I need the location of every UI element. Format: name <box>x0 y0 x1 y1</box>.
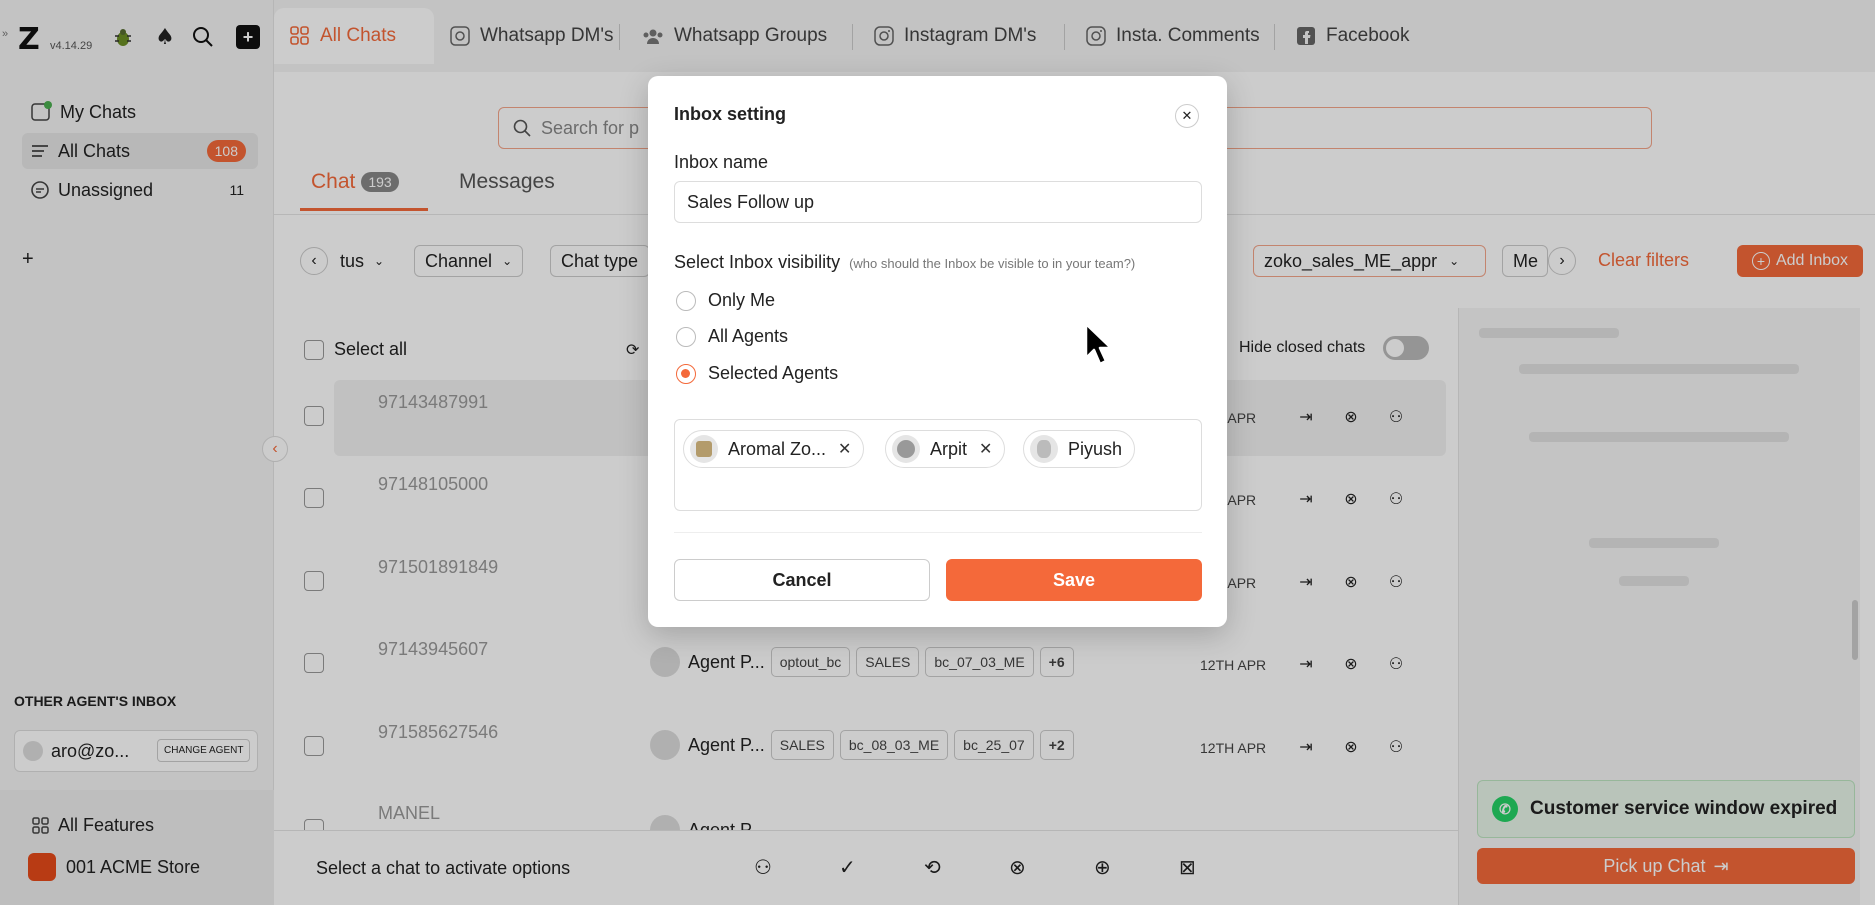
close-icon[interactable]: ✕ <box>1175 104 1199 128</box>
radio-selected-agents[interactable]: Selected Agents <box>676 363 838 384</box>
agent-chip-name: Aromal Zo... <box>728 438 827 459</box>
radio-button[interactable] <box>676 363 696 384</box>
agent-avatar <box>892 435 920 463</box>
radio-label: All Agents <box>708 326 789 346</box>
agent-chip: Piyush <box>1023 430 1136 468</box>
inbox-name-input[interactable]: Sales Follow up <box>674 181 1202 223</box>
inbox-name-label: Inbox name <box>674 152 769 172</box>
remove-agent-icon[interactable]: ✕ <box>838 439 851 459</box>
agent-chip: Aromal Zo... ✕ <box>683 430 865 468</box>
cancel-button[interactable]: Cancel <box>674 559 930 601</box>
modal-title: Inbox setting <box>674 104 786 124</box>
mouse-cursor-icon <box>1083 322 1117 375</box>
save-button[interactable]: Save <box>946 559 1202 601</box>
radio-label: Only Me <box>708 290 776 310</box>
radio-button[interactable] <box>676 290 696 311</box>
visibility-label: Select Inbox visibility (who should the … <box>674 252 1135 273</box>
radio-only-me[interactable]: Only Me <box>676 290 775 311</box>
divider <box>674 532 1202 533</box>
agent-avatar <box>690 435 718 463</box>
visibility-label-text: Select Inbox visibility <box>674 252 841 272</box>
radio-all-agents[interactable]: All Agents <box>676 326 788 347</box>
visibility-hint: (who should the Inbox be visible to in y… <box>849 256 1136 271</box>
remove-agent-icon[interactable]: ✕ <box>979 439 992 459</box>
selected-agents-box[interactable]: Aromal Zo... ✕ Arpit ✕ Piyush <box>674 419 1202 511</box>
agent-chip-name: Arpit <box>930 438 968 459</box>
inbox-name-value: Sales Follow up <box>687 191 815 212</box>
agent-avatar <box>1030 435 1058 463</box>
agent-chip-name: Piyush <box>1068 438 1123 459</box>
agent-chip: Arpit ✕ <box>885 430 1006 468</box>
radio-label: Selected Agents <box>708 363 839 383</box>
radio-button[interactable] <box>676 326 696 347</box>
inbox-setting-modal: Inbox setting ✕ Inbox name Sales Follow … <box>648 76 1227 627</box>
